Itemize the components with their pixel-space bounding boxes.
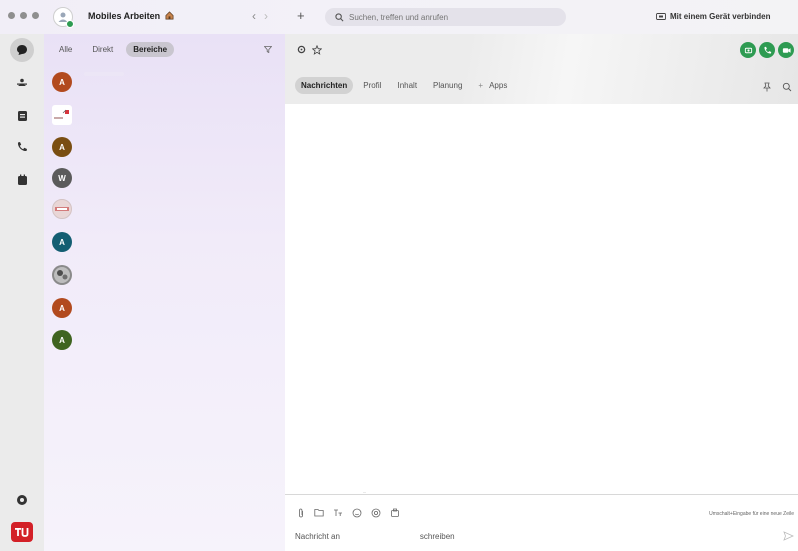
chat-icon	[17, 45, 27, 55]
rail-item-calls[interactable]	[10, 135, 34, 159]
star-icon[interactable]	[312, 45, 322, 55]
emoji-icon[interactable]	[352, 508, 362, 518]
filter-spaces[interactable]: Bereiche	[126, 42, 175, 57]
video-call-button[interactable]	[740, 42, 756, 58]
composer-hint: Umschalt+Eingabe für eine neue Zeile	[709, 511, 794, 517]
search-icon[interactable]	[782, 82, 792, 92]
rail-item-chat[interactable]	[10, 38, 34, 62]
add-icon: +	[478, 81, 484, 90]
tab-planning[interactable]: Planung	[427, 77, 468, 94]
device-icon	[656, 12, 666, 20]
composer-toolbar	[297, 508, 400, 518]
teams-icon	[17, 78, 27, 86]
files-icon	[17, 174, 27, 185]
more-icon[interactable]	[390, 508, 400, 518]
space-image-icon	[54, 267, 70, 283]
space-image-icon	[54, 109, 69, 119]
list-item-preview	[84, 72, 124, 76]
app-logo[interactable]	[11, 522, 33, 542]
avatar[interactable]	[53, 7, 74, 28]
rail-item-teams[interactable]	[10, 71, 34, 95]
filter-all[interactable]: Alle	[52, 42, 79, 57]
calendar-icon	[17, 111, 27, 121]
send-button[interactable]	[783, 531, 794, 543]
composer-placeholder: schreiben	[419, 531, 455, 541]
search-input[interactable]	[349, 12, 559, 22]
list-item[interactable]: A	[52, 298, 72, 318]
message-area	[285, 104, 798, 494]
tab-messages[interactable]: Nachrichten	[295, 77, 354, 94]
list-item[interactable]: A	[52, 72, 72, 92]
mention-icon[interactable]	[371, 508, 381, 518]
call-buttons	[740, 42, 794, 58]
list-item[interactable]: W	[52, 168, 72, 188]
search-icon	[335, 12, 344, 21]
list-item[interactable]: A	[52, 232, 72, 252]
connect-device-label: Mit einem Gerät verbinden	[670, 12, 771, 21]
minimize-window-button[interactable]	[20, 12, 27, 19]
presence-status-icon	[66, 20, 74, 28]
logo-icon	[15, 528, 29, 537]
audio-call-icon	[763, 46, 771, 54]
back-arrow-icon[interactable]: ‹	[252, 9, 256, 23]
screen-share-button[interactable]	[778, 42, 794, 58]
folder-icon[interactable]	[314, 508, 324, 517]
title-bar: Mobiles Arbeiten ‹ › + Mit einem Gerät v…	[0, 0, 798, 34]
audio-call-button[interactable]	[759, 42, 775, 58]
header-actions	[762, 82, 792, 92]
space-image-icon	[55, 207, 69, 211]
format-icon[interactable]	[333, 508, 343, 517]
send-icon	[783, 531, 794, 541]
conversation-main: Nachrichten Profil Inhalt Planung + Apps …	[285, 34, 798, 551]
settings-icon[interactable]	[297, 45, 306, 54]
phone-icon	[17, 142, 27, 152]
history-navigation: ‹ ›	[252, 9, 268, 23]
list-item[interactable]	[52, 265, 72, 285]
filter-button[interactable]	[263, 45, 273, 55]
connect-device-button[interactable]: Mit einem Gerät verbinden	[656, 12, 770, 21]
composer-placeholder: Nachricht an	[295, 531, 340, 541]
window-controls[interactable]	[8, 12, 39, 19]
rail-item-files[interactable]	[10, 168, 34, 192]
help-icon	[17, 495, 27, 505]
tab-apps[interactable]: + Apps	[472, 77, 513, 94]
filter-icon	[263, 46, 273, 54]
maximize-window-button[interactable]	[32, 12, 39, 19]
list-item[interactable]: A	[52, 330, 72, 350]
video-call-icon	[744, 47, 752, 53]
rail-item-activity[interactable]	[10, 104, 34, 128]
search-bar[interactable]	[325, 8, 566, 26]
forward-arrow-icon[interactable]: ›	[264, 9, 268, 23]
attach-icon[interactable]	[297, 508, 305, 518]
home-icon	[165, 11, 174, 20]
tab-content[interactable]: Inhalt	[391, 77, 423, 94]
status-message[interactable]: Mobiles Arbeiten	[88, 11, 174, 21]
composer-divider	[285, 494, 798, 495]
filter-direct[interactable]: Direkt	[85, 42, 120, 57]
close-window-button[interactable]	[8, 12, 15, 19]
list-item[interactable]	[52, 105, 72, 125]
app-rail	[0, 34, 44, 551]
filter-bar: Alle Direkt Bereiche	[52, 42, 175, 57]
tab-profile[interactable]: Profil	[357, 77, 387, 94]
list-item[interactable]	[52, 199, 72, 219]
rail-item-help[interactable]	[10, 488, 34, 512]
list-item[interactable]: A	[52, 137, 72, 157]
new-chat-button[interactable]: +	[297, 8, 305, 23]
header-icons	[297, 45, 322, 55]
screen-share-icon	[782, 47, 791, 53]
message-input[interactable]: Nachricht an schreiben	[295, 528, 775, 544]
conversation-header: Nachrichten Profil Inhalt Planung + Apps	[285, 34, 798, 104]
conversation-tabs: Nachrichten Profil Inhalt Planung + Apps	[295, 77, 513, 94]
pin-icon[interactable]	[762, 82, 772, 92]
conversation-list-panel: Alle Direkt Bereiche A A W A A A	[44, 34, 285, 551]
